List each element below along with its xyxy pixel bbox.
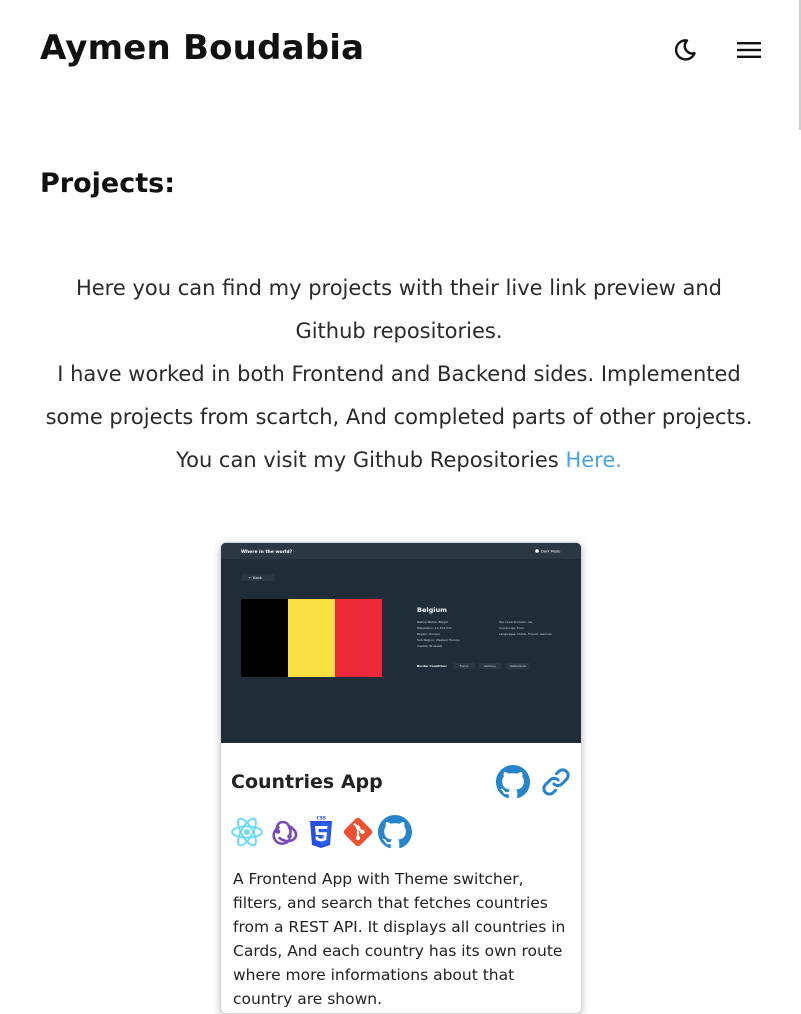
project-preview-image[interactable]: Where in the world? Dark Mode ← Back Bel… — [221, 543, 581, 743]
preview-back-text: Back — [253, 576, 263, 580]
site-name[interactable]: Aymen Boudabia — [40, 28, 364, 68]
project-live-link[interactable] — [539, 765, 573, 799]
preview-detail: Region: Europe — [417, 632, 440, 636]
preview-detail: Sub Region: Western Europe — [417, 638, 460, 642]
intro-line-3: You can visit my Github Repositories Her… — [40, 439, 758, 482]
hamburger-menu-icon — [737, 42, 761, 58]
git-icon — [341, 815, 375, 849]
preview-border-country: Netherlands — [510, 664, 526, 668]
preview-back-label: ← Back — [249, 576, 263, 580]
moon-icon — [674, 39, 696, 61]
preview-border-country: France — [460, 664, 469, 668]
flag-stripe-yellow — [288, 599, 335, 677]
intro-line-1: Here you can find my projects with their… — [75, 276, 723, 343]
intro-line-3-text: You can visit my Github Repositories — [176, 448, 559, 472]
flag-stripe-red — [335, 599, 382, 677]
project-title: Countries App — [231, 771, 383, 793]
preview-country-name: Belgium — [417, 606, 447, 614]
preview-detail: Native Name: België — [417, 620, 448, 624]
preview-moon-icon — [535, 549, 539, 553]
preview-detail: Top Level Domain: .be — [498, 620, 532, 624]
preview-detail: Languages: Dutch, French, German — [499, 632, 552, 636]
preview-dark-mode-label: Dark Mode — [541, 550, 561, 554]
project-card: Where in the world? Dark Mode ← Back Bel… — [220, 542, 582, 1014]
preview-detail: Population: 11,319,511 — [417, 626, 452, 630]
redux-icon — [267, 815, 301, 849]
projects-intro: Here you can find my projects with their… — [40, 267, 758, 482]
preview-detail: Capital: Brussels — [417, 644, 442, 648]
preview-app-title: Where in the world? — [241, 549, 293, 555]
flag-stripe-black — [241, 599, 288, 677]
theme-toggle-button[interactable] — [671, 36, 699, 64]
preview-border-country: Germany — [484, 664, 496, 668]
github-icon — [496, 765, 530, 799]
github-icon — [378, 815, 412, 849]
svg-text:CSS: CSS — [317, 816, 326, 822]
preview-detail: Currencies: Euro — [499, 626, 524, 630]
link-icon — [542, 768, 570, 796]
projects-heading: Projects: — [40, 168, 175, 199]
css3-icon: CSS — [304, 815, 338, 849]
site-header: Aymen Boudabia — [0, 0, 801, 100]
preview-border-label: Border Countries: — [417, 664, 447, 668]
react-icon — [230, 815, 264, 849]
menu-button[interactable] — [735, 36, 763, 64]
project-github-link[interactable] — [496, 765, 530, 799]
project-description: A Frontend App with Theme switcher, filt… — [233, 870, 566, 1008]
intro-line-2: I have worked in both Frontend and Backe… — [45, 362, 753, 429]
github-repositories-link[interactable]: Here. — [565, 448, 621, 472]
